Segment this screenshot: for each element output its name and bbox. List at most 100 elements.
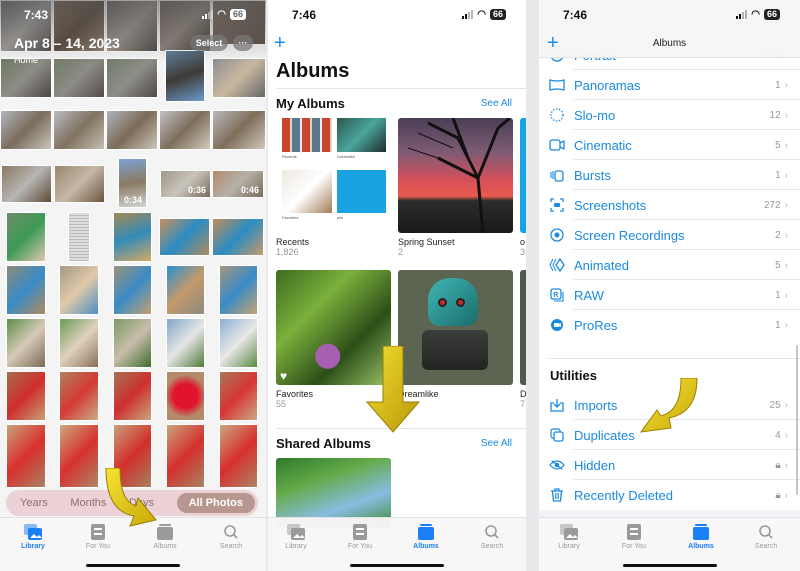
tab-albums[interactable]: Albums [398,524,454,550]
photo-thumbnail[interactable] [212,58,266,98]
duplicates-icon [549,427,565,443]
tab-library[interactable]: Library [541,524,597,550]
media-type-row[interactable]: Slo-mo 12 › [539,100,800,130]
add-album-button[interactable]: + [274,33,286,53]
tab-search[interactable]: Search [464,524,520,550]
tab-label: Library [21,543,45,550]
photo-thumbnail[interactable] [166,318,205,368]
video-thumbnail[interactable]: 0:36 [160,170,211,198]
album-thumbnail [520,270,526,385]
photo-thumbnail[interactable] [113,371,152,421]
album-count: 3 [520,247,526,257]
album-thumbnail: Recents Dreamlike Favorites pile [276,118,391,233]
wifi-icon: ◠ [217,9,226,20]
photo-thumbnail[interactable] [1,165,52,203]
utilities-heading: Utilities [550,368,597,383]
photo-thumbnail[interactable] [59,265,99,315]
photo-thumbnail[interactable] [6,212,46,262]
photo-thumbnail[interactable] [6,424,46,488]
album-partial[interactable]: D 7 [520,270,526,409]
photo-thumbnail[interactable] [106,58,158,98]
media-type-row[interactable]: Bursts 1 › [539,160,800,190]
battery-icon: 66 [489,9,506,20]
photo-thumbnail[interactable] [59,371,99,421]
photo-thumbnail[interactable] [106,110,158,150]
video-duration: 0:46 [240,185,259,195]
screen-recording-icon [549,227,565,243]
media-type-row[interactable]: Cinematic 5 › [539,130,800,160]
photo-thumbnail[interactable] [113,265,152,315]
photo-thumbnail[interactable] [219,265,258,315]
photo-thumbnail[interactable] [6,265,46,315]
photo-thumbnail[interactable] [0,110,52,150]
album-thumbnail [520,118,526,233]
photo-thumbnail[interactable] [53,110,105,150]
photo-stack-icon [287,524,305,540]
media-type-row[interactable]: R RAW 1 › [539,280,800,310]
utility-row-hidden[interactable]: Hidden 🔒︎ › [539,450,800,480]
album-recents[interactable]: Recents Dreamlike Favorites pile Recents… [276,118,391,257]
photo-thumbnail[interactable] [6,318,46,368]
photo-thumbnail[interactable] [54,165,105,203]
search-icon [224,525,238,539]
chevron-right-icon: › [784,429,788,441]
utility-row-recently-deleted[interactable]: Recently Deleted 🔒︎ › [539,480,800,510]
scrollbar[interactable] [796,345,798,495]
row-label: Cinematic [574,137,632,153]
photo-thumbnail[interactable] [59,318,99,368]
chevron-right-icon: › [784,489,788,501]
tab-for-you[interactable]: For You [332,524,388,550]
photo-thumbnail[interactable] [219,318,258,368]
photo-thumbnail[interactable] [6,371,46,421]
row-count: 12 [769,109,781,121]
photo-thumbnail[interactable] [59,424,99,488]
photo-thumbnail[interactable] [212,218,264,256]
photo-thumbnail[interactable] [159,218,210,256]
photo-thumbnail[interactable] [212,110,266,150]
more-button[interactable]: ··· [233,35,253,51]
photo-thumbnail[interactable] [159,110,211,150]
photo-thumbnail[interactable] [53,58,105,98]
heart-icon: ♥ [280,369,288,383]
screenshot-icon [549,197,565,213]
tab-for-you[interactable]: For You [606,524,662,550]
search-icon [485,525,499,539]
album-name: D [520,389,526,399]
video-thumbnail[interactable]: 0:46 [212,170,264,198]
tab-library[interactable]: Library [268,524,324,550]
segment-years[interactable]: Years [20,497,48,509]
media-type-row[interactable]: ProRes 1 › [539,310,800,340]
photo-thumbnail[interactable] [166,371,205,421]
album-spring-sunset[interactable]: Spring Sunset 2 [398,118,513,257]
tab-search[interactable]: Search [203,524,259,550]
photo-thumbnail[interactable] [166,265,205,315]
photo-thumbnail[interactable] [166,424,205,488]
signal-icon [202,10,214,19]
mini-album-label: Dreamlike [337,154,356,159]
album-count: 2 [398,247,404,257]
tab-albums[interactable]: Albums [673,524,729,550]
photo-thumbnail[interactable] [219,371,258,421]
row-count: 1 [775,289,781,301]
segment-all-photos[interactable]: All Photos [176,493,255,513]
my-albums-see-all-link[interactable]: See All [481,98,512,109]
photo-thumbnail[interactable] [219,424,258,488]
photo-thumbnail[interactable] [113,212,152,262]
select-button[interactable]: Select [190,35,228,51]
video-duration: 0:34 [123,195,142,205]
tab-library[interactable]: Library [5,524,61,550]
chevron-right-icon: › [784,289,788,301]
media-type-row[interactable]: Screen Recordings 2 › [539,220,800,250]
media-type-row[interactable]: Animated 5 › [539,250,800,280]
video-thumbnail[interactable]: 0:34 [118,158,147,208]
wifi-icon: ◠ [477,9,486,20]
media-type-row[interactable]: Screenshots 272 › [539,190,800,220]
chevron-right-icon: › [784,229,788,241]
media-type-row[interactable]: Panoramas 1 › [539,70,800,100]
album-name: Recents [276,237,310,247]
photo-thumbnail[interactable] [113,318,152,368]
photo-thumbnail[interactable] [68,212,90,262]
shared-albums-see-all-link[interactable]: See All [481,438,512,449]
tab-search[interactable]: Search [738,524,794,550]
album-partial[interactable]: o 3 [520,118,526,257]
